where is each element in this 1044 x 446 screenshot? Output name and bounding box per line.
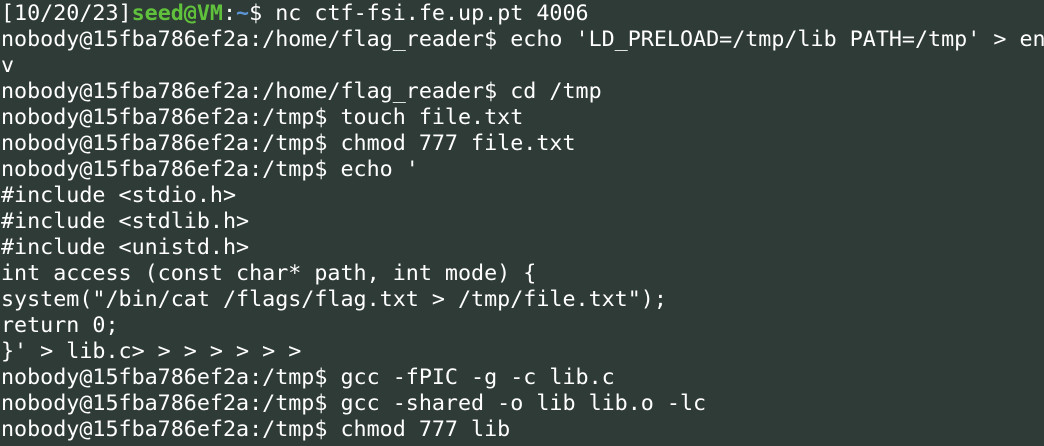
prompt-command: $ nc ctf-fsi.fe.up.pt 4006 — [249, 1, 589, 26]
terminal-line: #include <stdio.h> — [1, 183, 237, 208]
terminal-line-last: nobody@15fba786ef2a:/tmp$ chmod 777 lib — [1, 417, 511, 442]
terminal-line-host-command: [10/20/23]seed@VM:~$ nc ctf-fsi.fe.up.pt… — [1, 1, 1044, 27]
terminal-window[interactable]: [10/20/23]seed@VM:~$ nc ctf-fsi.fe.up.pt… — [0, 0, 1044, 446]
terminal-line: nobody@15fba786ef2a:/tmp$ chmod 777 file… — [1, 131, 576, 156]
terminal-line: v — [1, 53, 15, 78]
terminal-line: nobody@15fba786ef2a:/home/flag_reader$ e… — [1, 27, 1044, 52]
terminal-line: nobody@15fba786ef2a:/tmp$ touch file.txt — [1, 105, 524, 130]
terminal-line: nobody@15fba786ef2a:/home/flag_reader$ c… — [1, 79, 602, 104]
terminal-line: }' > lib.c> > > > > > > — [1, 339, 302, 364]
user-host-label: seed@VM — [131, 1, 223, 26]
terminal-line: int access (const char* path, int mode) … — [1, 261, 537, 286]
terminal-line: nobody@15fba786ef2a:/tmp$ gcc -shared -o… — [1, 391, 707, 416]
terminal-line: nobody@15fba786ef2a:/tmp$ gcc -fPIC -g -… — [1, 365, 615, 390]
terminal-line: #include <stdlib.h> — [1, 209, 250, 234]
terminal-line: system("/bin/cat /flags/flag.txt > /tmp/… — [1, 287, 667, 312]
terminal-line: nobody@15fba786ef2a:/tmp$ echo ' — [1, 157, 419, 182]
terminal-line: #include <unistd.h> — [1, 235, 250, 260]
terminal-line: return 0; — [1, 313, 119, 338]
prompt-colon: : — [222, 1, 237, 26]
current-path: ~ — [236, 1, 250, 26]
timestamp-prefix: [10/20/23] — [1, 1, 132, 26]
